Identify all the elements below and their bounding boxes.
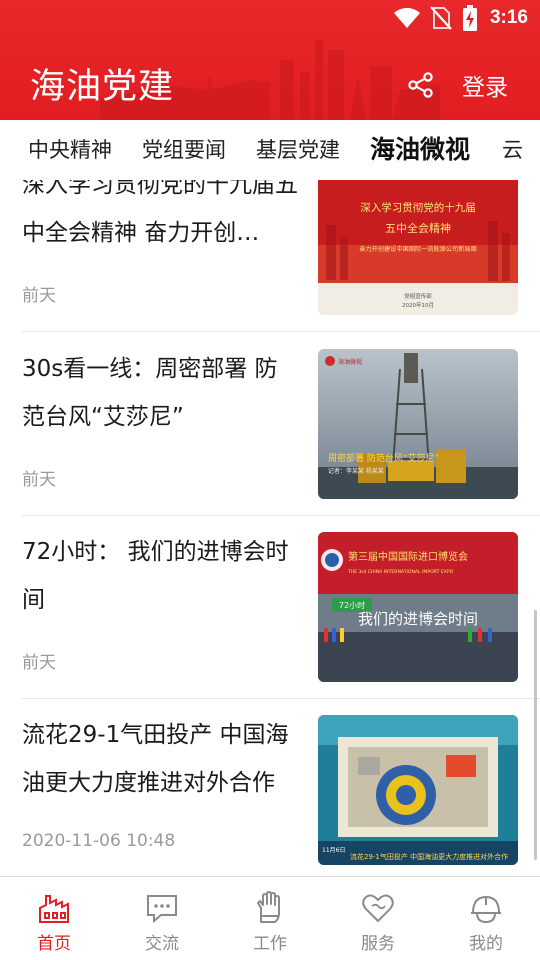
status-bar: 3:16 (0, 0, 540, 36)
article-thumbnail: 海油微视 周密部署 防范台风“艾莎尼” 记者：李某某 杨某某 (318, 349, 518, 499)
login-button[interactable]: 登录 (462, 68, 508, 102)
nav-chat[interactable]: 交流 (108, 877, 216, 960)
tab-central-spirit[interactable]: 中央精神 (28, 120, 112, 180)
nav-label: 首页 (37, 934, 71, 954)
tab-party-news[interactable]: 党组要闻 (142, 120, 226, 180)
thumb-banner-en: THE 3rd CHINA INTERNATIONAL IMPORT EXPO (347, 569, 454, 575)
nav-label: 服务 (361, 934, 395, 954)
article-thumbnail: 深入学习贯彻党的十九届 五中全会精神 奋力开创建设中国国际一流能源公司新局面 党… (318, 180, 518, 315)
nav-home[interactable]: 首页 (0, 877, 108, 960)
heart-icon (362, 894, 394, 923)
article-title: 深入学习贯彻党的十九届五中全会精神 奋力开创… (22, 180, 298, 246)
thumb-line3: 奋力开创建设中国国际一流能源公司新局面 (359, 245, 477, 253)
thumb-date: 11月6日 (322, 847, 345, 854)
app-screen: 3:16 海油党建 登录 中央精神 党组要闻 基层党建 海油微视 云 深入学习贯… (0, 0, 540, 960)
thumb-caption: 流花29-1气田投产 中国海油更大力度推进对外合作 (350, 852, 508, 861)
thumb-sub: 记者：李某某 杨某某 (328, 467, 384, 475)
list-item[interactable]: 流花29-1气田投产 中国海油更大力度推进对外合作 2020-11-06 10:… (22, 699, 540, 876)
category-tabs: 中央精神 党组要闻 基层党建 海油微视 云 (0, 120, 540, 180)
bottom-navigation: 首页 交流 工作 服务 我的 (0, 876, 540, 960)
no-sim-icon (430, 6, 452, 30)
article-time: 前天 (22, 470, 56, 490)
helmet-icon (471, 895, 501, 924)
thumb-footer1: 党组宣传部 (404, 292, 432, 300)
chat-icon (147, 895, 177, 924)
nav-label: 交流 (145, 934, 179, 954)
status-time: 3:16 (489, 7, 528, 28)
article-thumbnail: 11月6日 流花29-1气田投产 中国海油更大力度推进对外合作 (318, 715, 518, 865)
tab-grassroots[interactable]: 基层党建 (256, 120, 340, 180)
app-header: 3:16 海油党建 登录 (0, 0, 540, 120)
thumb-footer2: 2020年10月 (402, 301, 434, 309)
thumb-caption: 我们的进博会时间 (358, 610, 478, 628)
scrollbar[interactable] (534, 610, 537, 860)
nav-service[interactable]: 服务 (324, 877, 432, 960)
thumb-line1: 深入学习贯彻党的十九届 (360, 201, 476, 214)
thumb-logo: 海油微视 (338, 358, 362, 366)
list-item[interactable]: 深入学习贯彻党的十九届五中全会精神 奋力开创… 前天 深入学习贯彻党的十九届 五… (22, 180, 540, 332)
article-title: 流花29-1气田投产 中国海油更大力度推进对外合作 (22, 722, 289, 796)
thumb-caption: 周密部署 防范台风“艾莎尼” (328, 452, 439, 464)
work-glove-icon (257, 891, 280, 923)
article-title: 72小时： 我们的进博会时间 (22, 539, 289, 613)
list-item[interactable]: 30s看一线：周密部署 防范台风“艾莎尼” 前天 海油微视 周密部署 防范台风“… (22, 333, 540, 516)
share-icon[interactable] (406, 70, 436, 100)
article-time: 2020-11-06 10:48 (22, 831, 176, 851)
nav-label: 我的 (469, 934, 503, 954)
tab-cloud[interactable]: 云 (502, 120, 523, 180)
nav-work[interactable]: 工作 (216, 877, 324, 960)
home-icon (39, 895, 69, 923)
news-feed: 深入学习贯彻党的十九届五中全会精神 奋力开创… 前天 深入学习贯彻党的十九届 五… (0, 180, 540, 876)
article-time: 前天 (22, 653, 56, 673)
thumb-line2: 五中全会精神 (385, 221, 451, 235)
tab-micro-video[interactable]: 海油微视 (370, 120, 470, 180)
article-title: 30s看一线：周密部署 防范台风“艾莎尼” (22, 356, 278, 430)
wifi-icon (393, 7, 420, 28)
list-item[interactable]: 72小时： 我们的进博会时间 前天 第三届中国国际进口博览会 THE 3rd C… (22, 516, 540, 699)
battery-charging-icon (462, 5, 477, 31)
article-thumbnail: 第三届中国国际进口博览会 THE 3rd CHINA INTERNATIONAL… (318, 532, 518, 682)
article-time: 前天 (22, 286, 56, 306)
app-title: 海油党建 (30, 67, 175, 107)
nav-label: 工作 (253, 934, 287, 954)
nav-profile[interactable]: 我的 (432, 877, 540, 960)
thumb-tag: 72小时 (339, 600, 365, 610)
thumb-banner: 第三届中国国际进口博览会 (348, 550, 468, 563)
